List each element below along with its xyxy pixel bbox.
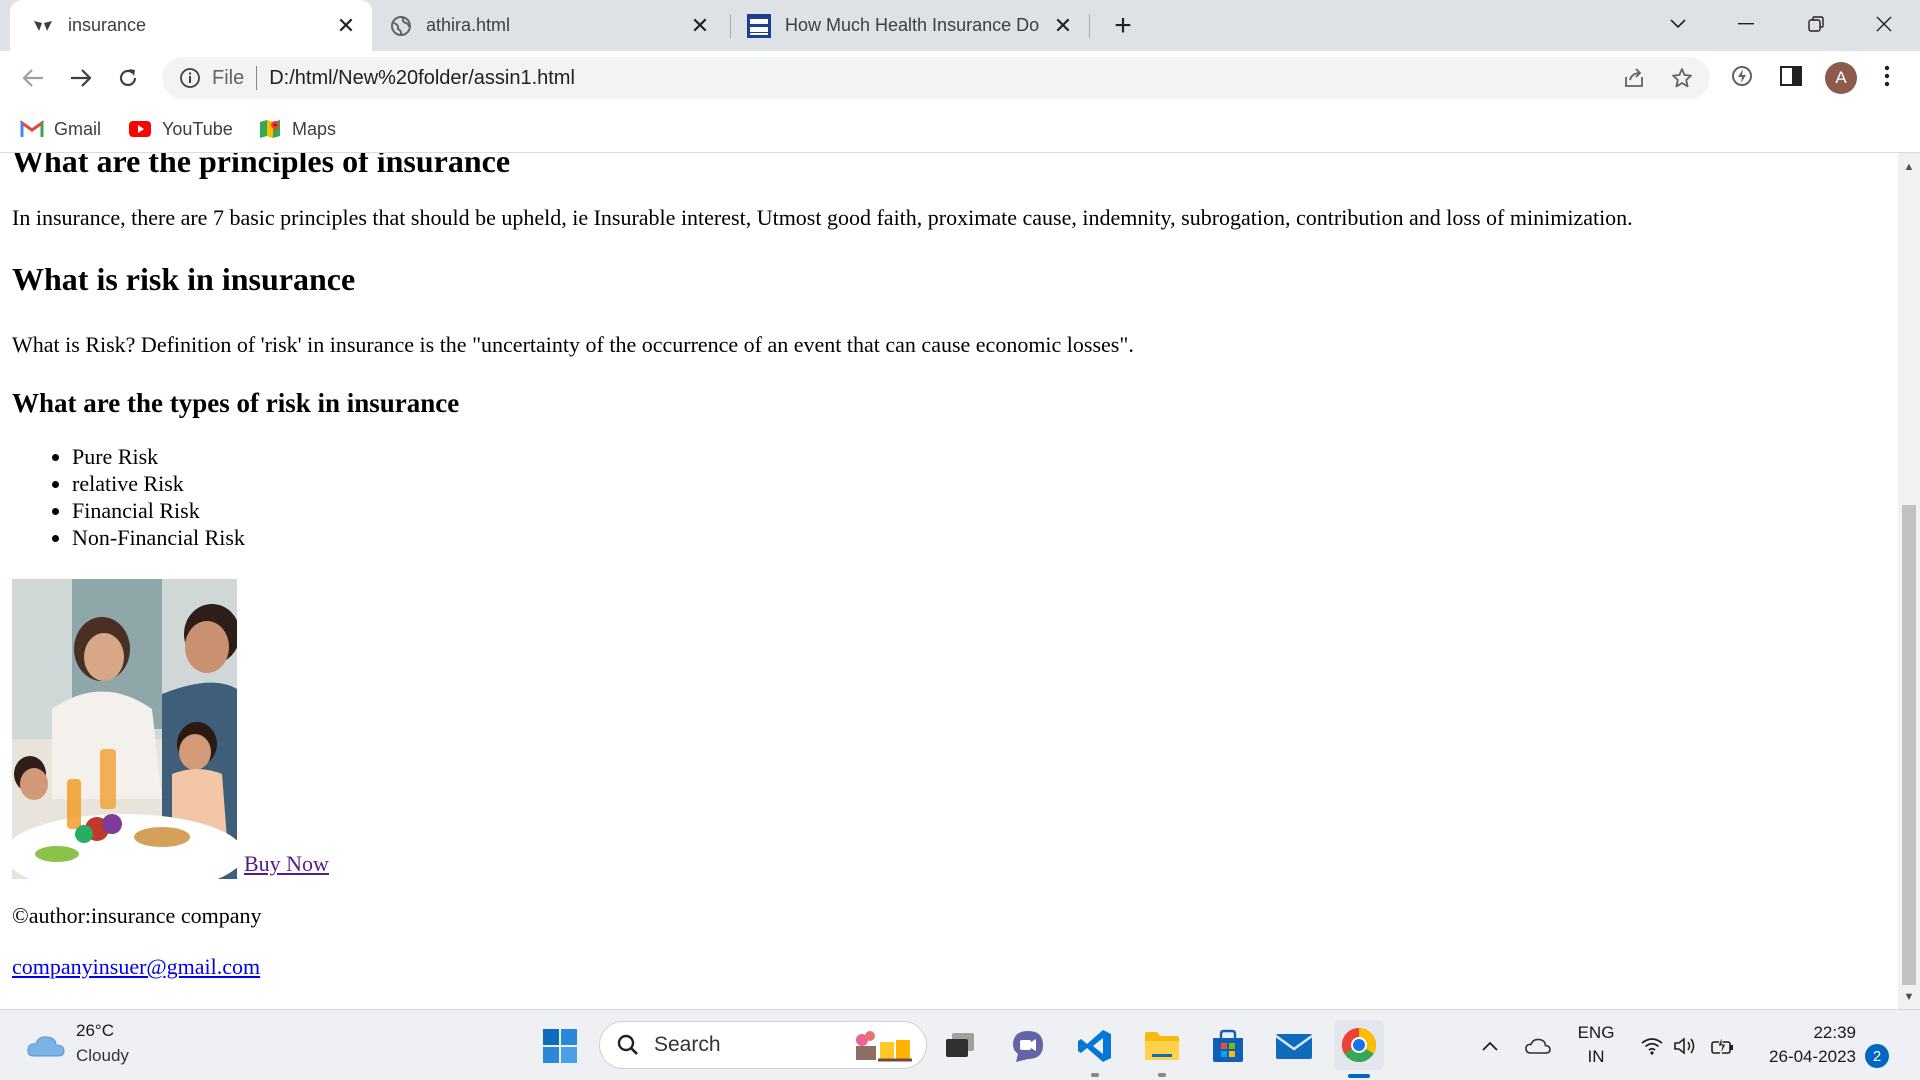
star-icon[interactable] <box>1670 66 1694 90</box>
tab-title: How Much Health Insurance Do <box>785 15 1040 35</box>
vscode-icon[interactable] <box>1073 1024 1117 1068</box>
running-indicator <box>1091 1073 1099 1077</box>
family-photo <box>12 579 237 879</box>
heading-risk-types: What are the types of risk in insurance <box>12 388 460 418</box>
side-panel-icon[interactable] <box>1776 61 1806 91</box>
extensions-icon[interactable] <box>1727 61 1757 91</box>
reload-icon[interactable] <box>111 61 145 95</box>
battery-charging-icon[interactable] <box>1706 1024 1740 1068</box>
teams-chat-icon[interactable] <box>1006 1024 1050 1068</box>
risk-types-list: Pure Risk relative Risk Financial Risk N… <box>12 443 245 551</box>
weather-temperature[interactable]: 26°C <box>76 1021 114 1041</box>
onedrive-cloud-icon[interactable] <box>1518 1024 1558 1068</box>
clock-time[interactable]: 22:39 <box>1750 1023 1856 1043</box>
tab-search-chevron-icon[interactable] <box>1656 6 1700 42</box>
cloud-icon[interactable] <box>26 1032 66 1060</box>
omnibox-divider <box>256 66 258 90</box>
clock-date[interactable]: 26-04-2023 <box>1750 1047 1856 1067</box>
language-region[interactable]: IN <box>1574 1047 1618 1067</box>
principles-paragraph: In insurance, there are 7 basic principl… <box>12 205 1633 230</box>
tab-strip: insurance ✕ athira.html ✕ How Much Healt… <box>0 0 1920 51</box>
browser-toolbar: File D:/html/New%20folder/assin1.html A <box>0 51 1920 105</box>
scroll-down-arrow-icon[interactable]: ▼ <box>1903 991 1915 1003</box>
profile-avatar[interactable]: A <box>1825 62 1857 94</box>
chevron-up-icon[interactable] <box>1470 1024 1510 1068</box>
globe-icon <box>390 15 412 37</box>
insurance-logo-icon <box>32 15 54 37</box>
bookmark-gmail[interactable]: Gmail <box>20 115 101 143</box>
chrome-icon[interactable] <box>1334 1020 1384 1070</box>
list-item: relative Risk <box>72 470 245 497</box>
notification-badge[interactable]: 2 <box>1865 1044 1889 1068</box>
close-icon[interactable]: ✕ <box>688 13 712 38</box>
search-label: Search <box>654 1033 721 1056</box>
list-item: Pure Risk <box>72 443 245 470</box>
bookmark-label: YouTube <box>162 118 233 139</box>
tab-athira[interactable]: athira.html ✕ <box>374 0 726 51</box>
new-tab-button[interactable]: + <box>1107 9 1139 42</box>
search-highlight-icon <box>848 1026 918 1064</box>
weather-description[interactable]: Cloudy <box>76 1046 129 1066</box>
vertical-scrollbar[interactable]: ▲ ▼ <box>1898 153 1920 1009</box>
taskbar-search-box[interactable]: Search <box>599 1021 927 1069</box>
tab-title: insurance <box>68 15 147 35</box>
task-view-icon[interactable] <box>938 1024 982 1068</box>
author-text: ©author:insurance company <box>12 903 262 928</box>
tata-aig-icon <box>747 13 771 38</box>
list-item: Financial Risk <box>72 497 245 524</box>
menu-kebab-icon[interactable] <box>1872 61 1902 91</box>
tab-health-insurance[interactable]: How Much Health Insurance Do ✕ <box>731 0 1089 51</box>
close-window-icon[interactable] <box>1862 6 1906 42</box>
forward-arrow-icon[interactable] <box>64 61 98 95</box>
share-icon[interactable] <box>1622 66 1646 90</box>
url-text[interactable]: D:/html/New%20folder/assin1.html <box>269 67 575 90</box>
volume-icon[interactable] <box>1670 1024 1702 1068</box>
language-code[interactable]: ENG <box>1574 1023 1618 1043</box>
buy-now-link[interactable]: Buy Now <box>244 851 329 876</box>
search-icon <box>616 1033 640 1057</box>
scroll-up-arrow-icon[interactable]: ▲ <box>1903 161 1915 173</box>
tab-title: athira.html <box>426 15 511 35</box>
mail-icon[interactable] <box>1272 1024 1316 1068</box>
address-bar[interactable]: File D:/html/New%20folder/assin1.html <box>162 57 1710 99</box>
close-icon[interactable]: ✕ <box>334 13 358 38</box>
bookmark-youtube[interactable]: YouTube <box>128 115 233 143</box>
minimize-icon[interactable] <box>1724 6 1768 42</box>
bookmarks-bar: Gmail YouTube Maps <box>0 105 1920 153</box>
tab-separator <box>1089 14 1090 38</box>
windows-start-icon[interactable] <box>538 1024 582 1068</box>
tab-insurance[interactable]: insurance ✕ <box>10 0 372 51</box>
windows-taskbar: 26°C Cloudy Search ENG IN 22:39 26-04-20… <box>0 1009 1920 1080</box>
maps-icon <box>258 119 282 139</box>
active-app-indicator <box>1348 1074 1370 1078</box>
file-explorer-icon[interactable] <box>1140 1024 1184 1068</box>
bookmark-maps[interactable]: Maps <box>258 115 336 143</box>
bookmark-label: Gmail <box>54 118 102 139</box>
restore-icon[interactable] <box>1794 6 1838 42</box>
scrollbar-thumb[interactable] <box>1902 505 1916 985</box>
back-arrow-icon[interactable] <box>16 61 50 95</box>
info-icon[interactable] <box>178 66 202 90</box>
risk-paragraph: What is Risk? Definition of 'risk' in in… <box>12 332 1134 357</box>
scheme-label: File <box>212 66 245 89</box>
wifi-icon[interactable] <box>1636 1024 1668 1068</box>
gmail-icon <box>20 119 44 139</box>
youtube-icon <box>128 119 152 139</box>
page-viewport: What are the principles of insurance In … <box>0 153 1898 1009</box>
list-item: Non-Financial Risk <box>72 524 245 551</box>
close-icon[interactable]: ✕ <box>1051 13 1075 38</box>
heading-principles: What are the principles of insurance <box>12 153 511 179</box>
email-wrapper: companyinsuer@gmail.com <box>12 954 260 980</box>
buy-now-wrapper: Buy Now <box>244 851 329 877</box>
bookmark-label: Maps <box>292 118 337 139</box>
microsoft-store-icon[interactable] <box>1206 1024 1250 1068</box>
email-link[interactable]: companyinsuer@gmail.com <box>12 954 260 979</box>
running-indicator <box>1158 1073 1166 1077</box>
heading-risk: What is risk in insurance <box>12 261 356 297</box>
